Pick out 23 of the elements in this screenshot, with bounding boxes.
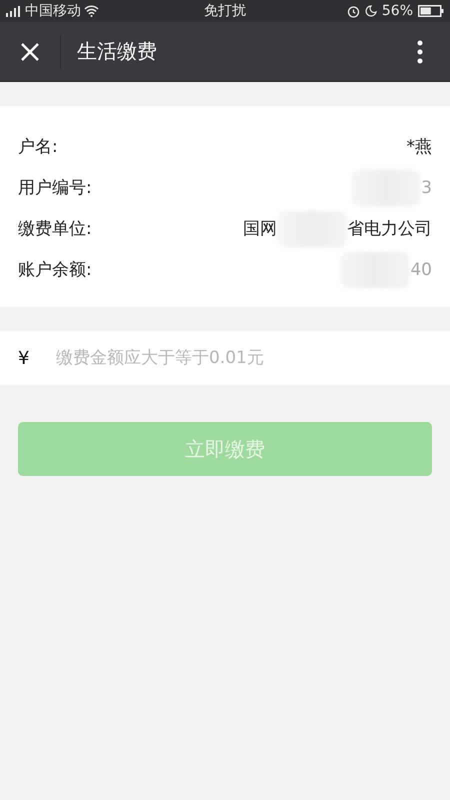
amount-input-box[interactable]: ¥ 缴费金额应大于等于0.01元 <box>0 331 450 385</box>
field-value: 3 <box>421 178 432 198</box>
moon-icon <box>364 5 377 17</box>
close-icon <box>20 42 40 62</box>
amount-field[interactable]: 缴费金额应大于等于0.01元 <box>54 347 432 369</box>
field-value: 省电力公司 <box>347 218 432 240</box>
field-value: 40 <box>410 260 432 280</box>
field-value: 国网 <box>243 218 277 240</box>
field-label: 用户编号: <box>18 177 92 199</box>
field-label: 账户余额: <box>18 259 92 281</box>
more-icon <box>417 40 423 64</box>
carrier-name: 中国移动 <box>25 2 81 20</box>
alarm-icon <box>346 4 360 18</box>
battery-icon <box>418 5 444 17</box>
field-value: *燕 <box>406 136 432 158</box>
battery-percent: 56% <box>382 3 413 19</box>
do-not-disturb-label: 免打扰 <box>204 2 246 20</box>
field-label: 缴费单位: <box>18 218 92 240</box>
signal-icon <box>6 6 22 16</box>
currency-symbol: ¥ <box>18 348 30 368</box>
page-title: 生活缴费 <box>77 38 158 65</box>
field-label: 户名: <box>18 136 58 158</box>
wifi-icon <box>84 5 99 17</box>
